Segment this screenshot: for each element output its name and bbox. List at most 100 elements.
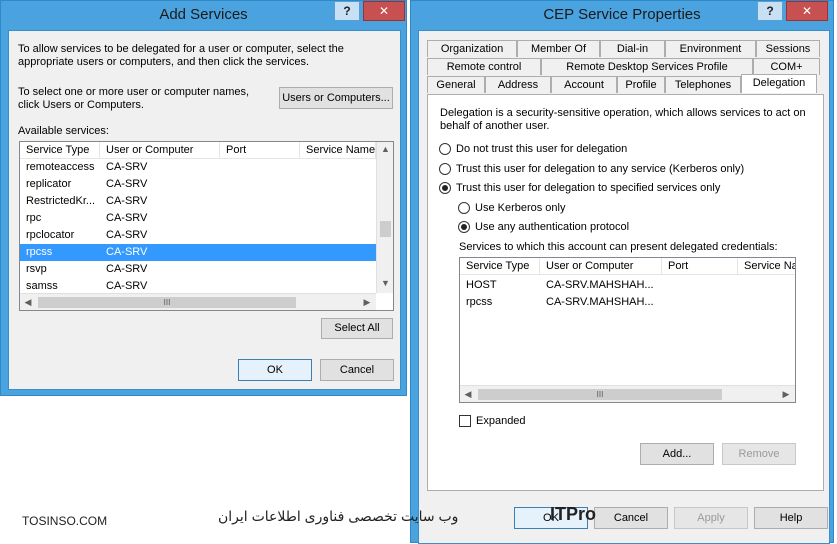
- tab-member-of[interactable]: Member Of: [517, 40, 600, 57]
- cep-scroll-right-arrow[interactable]: ▶: [780, 389, 792, 400]
- radio-no-trust[interactable]: [439, 143, 451, 155]
- table-row[interactable]: rsvp CA-SRV: [20, 261, 376, 278]
- ok-button[interactable]: OK: [238, 359, 312, 381]
- tab-environment[interactable]: Environment: [665, 40, 756, 57]
- tab-telephones[interactable]: Telephones: [665, 76, 741, 93]
- watermark-brand: ITPro: [550, 504, 597, 524]
- delegated-services-list[interactable]: Service Type User or Computer Port Servi…: [459, 257, 796, 403]
- column-user-or-computer[interactable]: User or Computer: [100, 142, 220, 159]
- cell-service-type: HOST: [466, 279, 497, 291]
- cell-service-type: replicator: [26, 178, 72, 190]
- table-row[interactable]: rpc CA-SRV: [20, 210, 376, 227]
- tab-dial-in[interactable]: Dial-in: [600, 40, 665, 57]
- cell-service-type: rpc: [26, 212, 42, 224]
- radio-kerberos-only[interactable]: [458, 202, 470, 214]
- radio-any-protocol-label: Use any authentication protocol: [475, 221, 630, 233]
- tab-profile[interactable]: Profile: [617, 76, 665, 93]
- tab-delegation[interactable]: Delegation: [741, 74, 817, 93]
- tab-account[interactable]: Account: [551, 76, 617, 93]
- cell-service-type: rsvp: [26, 263, 47, 275]
- cep-scroll-left-arrow[interactable]: ◀: [462, 389, 474, 400]
- cell-user-or-computer: CA-SRV.MAHSHAH...: [546, 279, 654, 291]
- column-service-name[interactable]: Service Name: [300, 142, 376, 159]
- table-row[interactable]: rpclocator CA-SRV: [20, 227, 376, 244]
- cep-column-service-name[interactable]: Service Na: [738, 258, 795, 275]
- cep-help-button[interactable]: ?: [757, 1, 783, 21]
- available-services-label: Available services:: [18, 125, 109, 137]
- tab-address[interactable]: Address: [485, 76, 551, 93]
- cep-column-port[interactable]: Port: [662, 258, 738, 275]
- tab-com[interactable]: COM+: [753, 58, 820, 75]
- radio-trust-specified[interactable]: [439, 182, 451, 194]
- radio-kerberos-only-label: Use Kerberos only: [475, 202, 566, 214]
- horizontal-scrollbar[interactable]: ◀ III ▶: [20, 293, 376, 310]
- cep-hscroll-thumb[interactable]: III: [478, 389, 722, 400]
- cep-column-service-type[interactable]: Service Type: [460, 258, 540, 275]
- cep-close-button[interactable]: ✕: [786, 1, 828, 21]
- table-row[interactable]: rpcss CA-SRV: [20, 244, 376, 261]
- cancel-button[interactable]: Cancel: [320, 359, 394, 381]
- radio-no-trust-label: Do not trust this user for delegation: [456, 143, 628, 155]
- select-all-button[interactable]: Select All: [321, 318, 393, 339]
- table-row[interactable]: RestrictedKr... CA-SRV: [20, 193, 376, 210]
- cep-help-bottom-button[interactable]: Help: [754, 507, 828, 529]
- cell-user-or-computer: CA-SRV: [106, 195, 148, 207]
- users-or-computers-button[interactable]: Users or Computers...: [279, 87, 393, 109]
- expanded-checkbox[interactable]: [459, 415, 471, 427]
- cell-service-type: remoteaccess: [26, 161, 95, 173]
- scroll-thumb[interactable]: [380, 221, 391, 237]
- tab-sessions[interactable]: Sessions: [756, 40, 820, 57]
- intro-text: To allow services to be delegated for a …: [18, 43, 344, 68]
- table-row[interactable]: rpcss CA-SRV.MAHSHAH...: [460, 294, 795, 311]
- column-port[interactable]: Port: [220, 142, 300, 159]
- scroll-up-arrow[interactable]: ▲: [377, 144, 393, 154]
- hscroll-thumb[interactable]: III: [38, 297, 296, 308]
- tab-general[interactable]: General: [427, 76, 485, 93]
- cell-user-or-computer: CA-SRV: [106, 229, 148, 241]
- delegation-tab-panel: Delegation is a security-sensitive opera…: [427, 94, 824, 491]
- expanded-label: Expanded: [476, 415, 526, 427]
- close-button[interactable]: ✕: [363, 1, 405, 21]
- list-header: Service Type User or Computer Port Servi…: [20, 142, 393, 159]
- tab-remote-desktop-services-profile[interactable]: Remote Desktop Services Profile: [541, 58, 753, 75]
- cep-cancel-button[interactable]: Cancel: [594, 507, 668, 529]
- cep-client: Organization Member Of Dial-in Environment S…: [418, 30, 830, 544]
- column-service-type[interactable]: Service Type: [20, 142, 100, 159]
- vertical-scrollbar[interactable]: ▲ ▼: [376, 142, 393, 293]
- services-label: Services to which this account can prese…: [459, 241, 778, 253]
- scroll-right-arrow[interactable]: ▶: [361, 297, 373, 308]
- add-services-window: Add Services ? ✕ To allow services to be…: [0, 0, 407, 396]
- cell-user-or-computer: CA-SRV: [106, 263, 148, 275]
- radio-any-protocol[interactable]: [458, 221, 470, 233]
- cell-service-type: rpclocator: [26, 229, 75, 241]
- cell-user-or-computer: CA-SRV: [106, 178, 148, 190]
- scroll-down-arrow[interactable]: ▼: [377, 278, 393, 288]
- cell-user-or-computer: CA-SRV: [106, 246, 148, 258]
- add-button[interactable]: Add...: [640, 443, 714, 465]
- watermark-tagline: وب سایت تخصصی فناوری اطلاعات ایران: [218, 508, 459, 524]
- cell-user-or-computer: CA-SRV: [106, 161, 148, 173]
- cep-horizontal-scrollbar[interactable]: ◀ III ▶: [460, 385, 795, 402]
- watermark-site: TOSINSO.COM: [22, 514, 108, 528]
- scroll-left-arrow[interactable]: ◀: [22, 297, 34, 308]
- cell-user-or-computer: CA-SRV: [106, 212, 148, 224]
- table-row[interactable]: remoteaccess CA-SRV: [20, 159, 376, 176]
- tab-remote-control[interactable]: Remote control: [427, 58, 541, 75]
- delegation-description: Delegation is a security-sensitive opera…: [440, 107, 806, 132]
- cell-service-type: RestrictedKr...: [26, 195, 96, 207]
- remove-button[interactable]: Remove: [722, 443, 796, 465]
- cell-user-or-computer: CA-SRV.MAHSHAH...: [546, 296, 654, 308]
- help-button[interactable]: ?: [334, 1, 360, 21]
- available-services-list[interactable]: Service Type User or Computer Port Servi…: [19, 141, 394, 311]
- table-row[interactable]: replicator CA-SRV: [20, 176, 376, 193]
- select-hint-text: To select one or more user or computer n…: [18, 86, 250, 111]
- cep-column-user-or-computer[interactable]: User or Computer: [540, 258, 662, 275]
- cell-service-type: rpcss: [26, 246, 53, 258]
- radio-trust-any[interactable]: [439, 163, 451, 175]
- apply-button[interactable]: Apply: [674, 507, 748, 529]
- radio-trust-any-label: Trust this user for delegation to any se…: [456, 163, 745, 175]
- table-row[interactable]: HOST CA-SRV.MAHSHAH...: [460, 277, 795, 294]
- cep-list-header: Service Type User or Computer Port Servi…: [460, 258, 795, 275]
- cell-service-type: rpcss: [466, 296, 493, 308]
- tab-organization[interactable]: Organization: [427, 40, 517, 57]
